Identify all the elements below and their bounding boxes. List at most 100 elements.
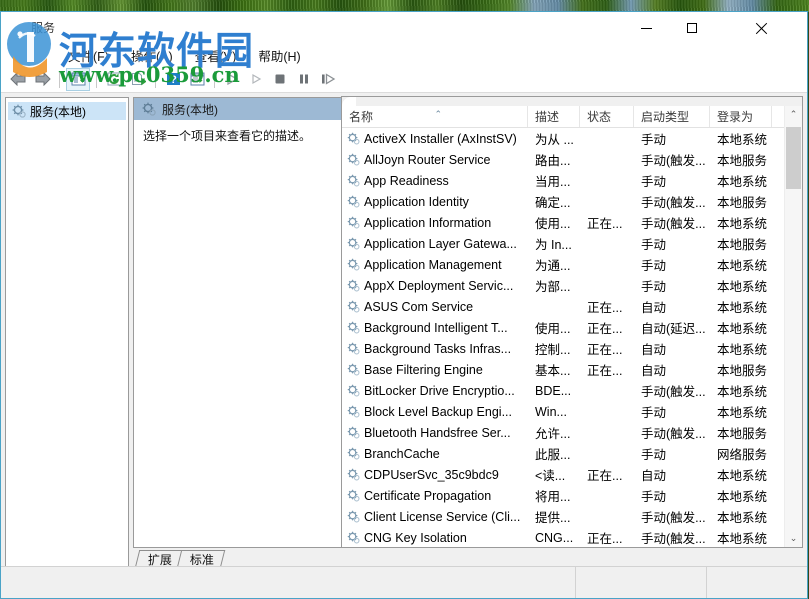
- service-gear-icon: [347, 384, 360, 397]
- table-row[interactable]: CNG Key Isolation CNG... 正在... 手动(触发... 本地系统: [342, 527, 784, 547]
- table-row[interactable]: Application Management 为通... 手动 本地系统: [342, 254, 784, 275]
- table-row[interactable]: ActiveX Installer (AxInstSV) 为从 ... 手动 本地系统: [342, 128, 784, 149]
- cell-service-name: Background Tasks Infras...: [342, 342, 528, 356]
- table-row[interactable]: Application Information 使用... 正在... 手动(触发..…: [342, 212, 784, 233]
- scrollbar-thumb[interactable]: [786, 127, 801, 189]
- column-header-log-on-as[interactable]: 登录为: [710, 106, 772, 127]
- table-row[interactable]: BitLocker Drive Encryptio... BDE... 手动(触发.…: [342, 380, 784, 401]
- table-row[interactable]: BranchCache 此服... 手动 网络服务: [342, 443, 784, 464]
- service-gear-icon: [347, 300, 360, 313]
- table-row[interactable]: Background Intelligent T... 使用... 正在... 自动(…: [342, 317, 784, 338]
- cell-service-name: Background Intelligent T...: [342, 321, 528, 335]
- tree-item-label: 服务(本地): [30, 104, 86, 119]
- resume-service-button[interactable]: [245, 69, 267, 90]
- cell-service-name: Block Level Backup Engi...: [342, 405, 528, 419]
- menu-item-action[interactable]: 操作(A): [120, 44, 184, 67]
- cell-description: 提供...: [535, 511, 571, 525]
- list-pane-tab-top: [342, 97, 802, 106]
- menu-item-view[interactable]: 查看(V): [184, 44, 248, 67]
- sort-ascending-icon: ⌃: [434, 109, 443, 119]
- table-row[interactable]: ASUS Com Service 正在... 自动 本地系统: [342, 296, 784, 317]
- scroll-down-button[interactable]: ⌄: [785, 530, 802, 547]
- maximize-button[interactable]: [669, 12, 715, 44]
- cell-startup-type: 自动: [641, 469, 667, 483]
- status-bar: [1, 566, 807, 598]
- table-row[interactable]: Background Tasks Infras... 控制... 正在... 自动 本地…: [342, 338, 784, 359]
- minimize-button[interactable]: [623, 12, 669, 44]
- export-list-button[interactable]: [127, 69, 149, 90]
- table-row[interactable]: Application Identity 确定... 手动(触发... 本地服务: [342, 191, 784, 212]
- service-gear-icon: [347, 195, 360, 208]
- table-row[interactable]: AppX Deployment Servic... 为部... 手动 本地系统: [342, 275, 784, 296]
- table-row[interactable]: App Readiness 当用... 手动 本地系统: [342, 170, 784, 191]
- show-hide-tree-button[interactable]: [66, 67, 90, 91]
- cell-startup-type: 手动: [641, 259, 667, 273]
- service-gear-icon: [347, 426, 360, 439]
- toolbar-separator: [96, 70, 97, 88]
- back-button[interactable]: [7, 69, 29, 90]
- forward-button[interactable]: [31, 69, 53, 90]
- service-name-label: AppX Deployment Servic...: [364, 278, 514, 293]
- table-row[interactable]: AllJoyn Router Service 路由... 手动(触发... 本地服务: [342, 149, 784, 170]
- column-header-description[interactable]: 描述: [528, 106, 580, 127]
- cell-status: 正在...: [587, 217, 623, 231]
- cell-service-name: AllJoyn Router Service: [342, 153, 528, 167]
- toolbar-separator: [214, 70, 215, 88]
- cell-service-name: CNG Key Isolation: [342, 531, 528, 545]
- cell-service-name: Base Filtering Engine: [342, 363, 528, 377]
- column-header-description-label: 描述: [535, 110, 560, 124]
- help-button[interactable]: ?: [162, 69, 184, 90]
- restart-service-button[interactable]: [317, 69, 339, 90]
- cell-startup-type: 手动: [641, 448, 667, 462]
- vertical-scrollbar[interactable]: ⌃ ⌄: [784, 106, 802, 547]
- table-row[interactable]: Application Layer Gatewa... 为 In... 手动 本地服务: [342, 233, 784, 254]
- cell-log-on-as: 本地系统: [717, 259, 768, 273]
- cell-startup-type: 手动: [641, 490, 667, 504]
- cell-log-on-as: 本地服务: [717, 196, 768, 210]
- menu-item-help[interactable]: 帮助(H): [247, 44, 311, 67]
- table-row[interactable]: Bluetooth Handsfree Ser... 允许... 手动(触发... 本…: [342, 422, 784, 443]
- cell-log-on-as: 本地系统: [717, 490, 768, 504]
- menu-item-file[interactable]: 文件(F): [57, 44, 120, 67]
- service-gear-icon: [347, 468, 360, 481]
- services-rows[interactable]: ActiveX Installer (AxInstSV) 为从 ... 手动 本地系统…: [342, 128, 784, 547]
- refresh-button[interactable]: [103, 69, 125, 90]
- stop-service-button[interactable]: [269, 69, 291, 90]
- cell-startup-type: 自动: [641, 301, 667, 315]
- show-action-pane-button[interactable]: [186, 69, 208, 90]
- service-gear-icon: [347, 342, 360, 355]
- start-service-button[interactable]: [221, 69, 243, 90]
- scroll-up-button[interactable]: ⌃: [785, 106, 802, 123]
- cell-service-name: Application Management: [342, 258, 528, 272]
- service-gear-icon: [347, 489, 360, 502]
- column-header-name[interactable]: 名称 ⌃: [342, 106, 528, 127]
- cell-startup-type: 手动(触发...: [641, 217, 706, 231]
- table-row[interactable]: Base Filtering Engine 基本... 正在... 自动 本地服务: [342, 359, 784, 380]
- service-name-label: App Readiness: [364, 173, 449, 188]
- service-name-label: ActiveX Installer (AxInstSV): [364, 131, 517, 146]
- column-header-startup-type[interactable]: 启动类型: [634, 106, 710, 127]
- scrollbar-track[interactable]: [785, 123, 802, 530]
- service-gear-icon: [347, 216, 360, 229]
- cell-service-name: Application Information: [342, 216, 528, 230]
- toolbar-separator: [155, 70, 156, 88]
- service-gear-icon: [347, 405, 360, 418]
- cell-description: 使用...: [535, 322, 571, 336]
- table-row[interactable]: Block Level Backup Engi... Win... 手动 本地系统: [342, 401, 784, 422]
- refresh-icon: [107, 72, 121, 86]
- service-gear-icon: [347, 216, 360, 229]
- column-headers: 名称 ⌃ 描述 状态 启动类型 登录为: [342, 106, 784, 128]
- cell-log-on-as: 本地系统: [717, 406, 768, 420]
- cell-description: 为通...: [535, 259, 571, 273]
- table-row[interactable]: CDPUserSvc_35c9bdc9 <读... 正在... 自动 本地系统: [342, 464, 784, 485]
- tree-item-services-local[interactable]: 服务(本地): [8, 102, 126, 120]
- pause-service-button[interactable]: [293, 69, 315, 90]
- table-row[interactable]: Client License Service (Cli... 提供... 手动(触发…: [342, 506, 784, 527]
- cell-startup-type: 手动: [641, 406, 667, 420]
- column-header-status[interactable]: 状态: [580, 106, 634, 127]
- service-name-label: Bluetooth Handsfree Ser...: [364, 425, 511, 440]
- service-gear-icon: [347, 363, 360, 376]
- cell-status: 正在...: [587, 301, 623, 315]
- table-row[interactable]: Certificate Propagation 将用... 手动 本地系统: [342, 485, 784, 506]
- close-button[interactable]: [738, 12, 784, 44]
